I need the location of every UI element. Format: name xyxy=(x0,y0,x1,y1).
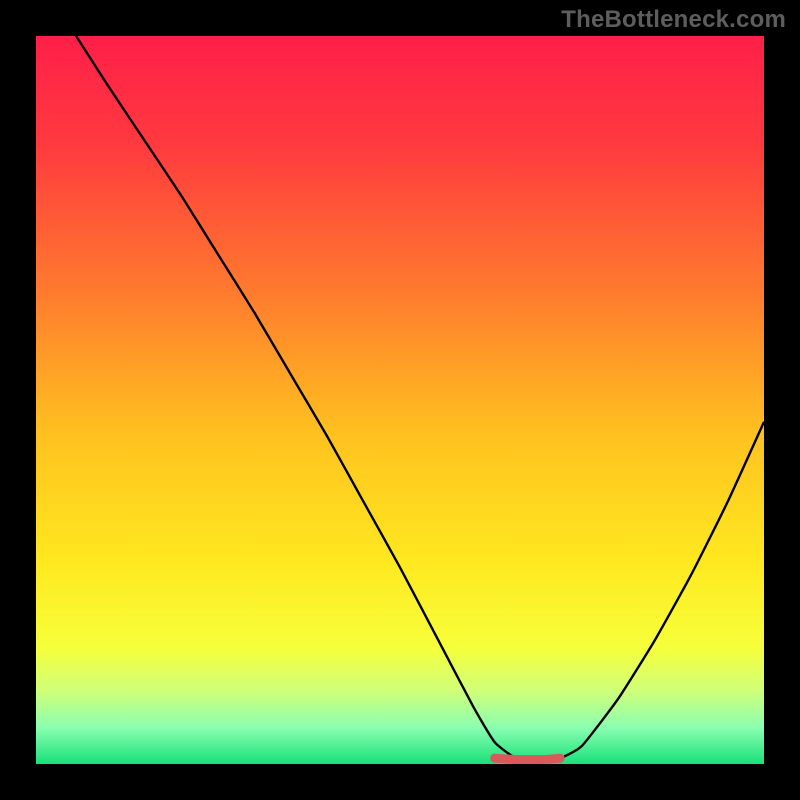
flat-segment xyxy=(495,758,561,759)
watermark-text: TheBottleneck.com xyxy=(561,6,786,34)
plot-area xyxy=(36,36,764,764)
chart-frame: TheBottleneck.com xyxy=(0,0,800,800)
chart-svg xyxy=(36,36,764,764)
heatmap-background xyxy=(36,36,764,764)
